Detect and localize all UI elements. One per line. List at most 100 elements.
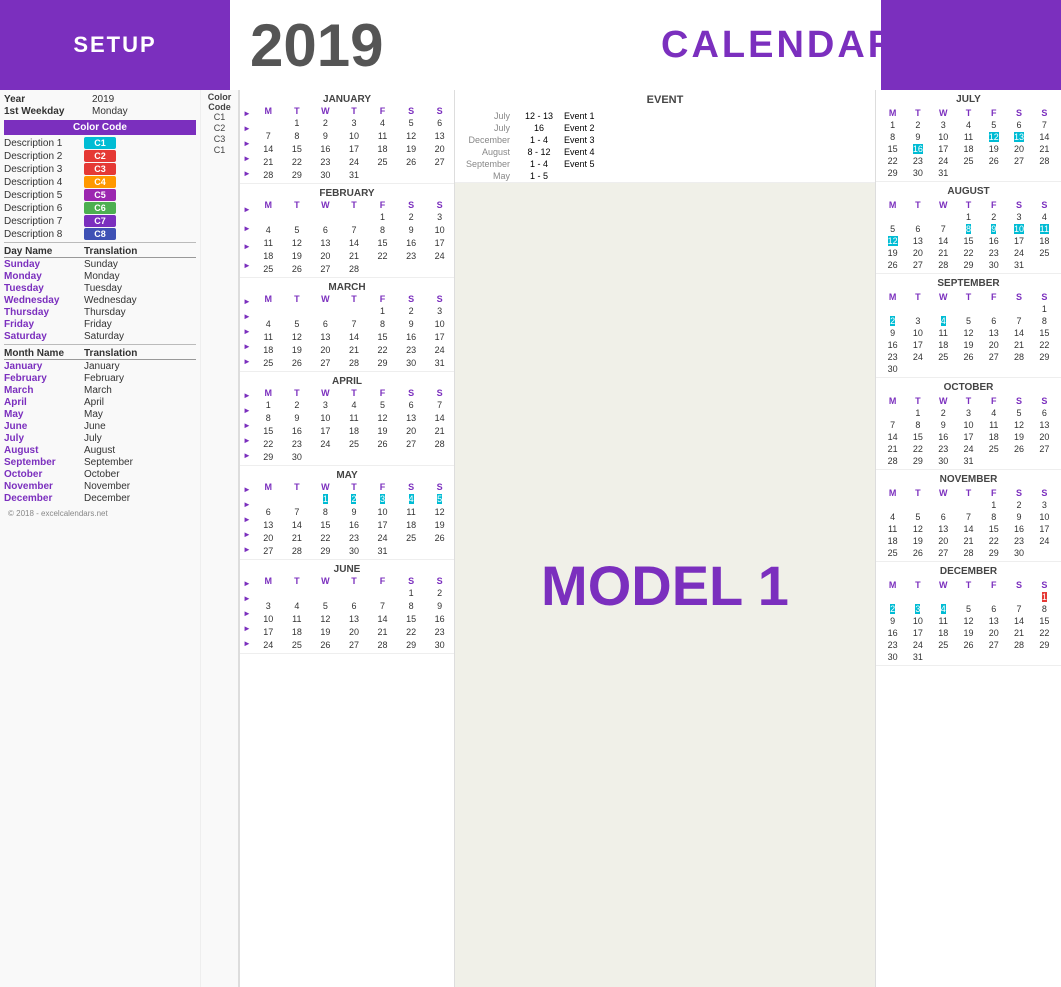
evt-name-5: Event 5: [564, 159, 871, 169]
footer-text: © 2018 - excelcalendars.net: [4, 508, 196, 519]
cc-desc-6: Description 6: [4, 203, 84, 214]
cc-col-c2: C2: [203, 123, 236, 133]
december-block: DECEMBER MTWTFSS 1 2345678 9101112131415…: [876, 562, 1061, 666]
evt-dates-6: 1 - 5: [514, 171, 564, 181]
header: SETUP 2019 CALENDAR: [0, 0, 1061, 90]
cc-row-3: Description 3 C3: [4, 163, 196, 175]
year-key: Year: [4, 94, 92, 105]
feb-arrow-1: ►: [243, 205, 251, 214]
header-setup: SETUP: [0, 0, 230, 90]
feb-arrow-4: ►: [243, 261, 251, 270]
event-row-5: September 1 - 4 Event 5: [455, 158, 875, 170]
model-area: MODEL 1: [455, 183, 875, 987]
evt-dates-3: 1 - 4: [514, 135, 564, 145]
month-apr: AprilApril: [4, 397, 196, 408]
jan-arrow-2: ►: [243, 124, 251, 133]
cc-desc-4: Description 4: [4, 177, 84, 188]
august-block: AUGUST MTWTFSS 1234 567891011 1213141516…: [876, 182, 1061, 274]
weekday-key: 1st Weekday: [4, 106, 92, 117]
cc-row-5: Description 5 C5: [4, 189, 196, 201]
year-val: 2019: [92, 94, 114, 105]
model-label: MODEL 1: [541, 553, 789, 618]
month-name-col: Month Name: [4, 348, 84, 359]
cc-row-6: Description 6 C6: [4, 202, 196, 214]
cc-desc-1: Description 1: [4, 138, 84, 149]
january-table: MTWTFSS 123456 78910111213 1415161718192…: [254, 106, 454, 181]
february-table: MTWTFSS 123 45678910 11121314151617 1819…: [254, 200, 454, 275]
mar-arrows: ► ► ► ► ►: [240, 294, 254, 369]
sep-2: [4, 344, 196, 345]
evt-name-4: Event 4: [564, 147, 871, 157]
may-arrow-4: ►: [243, 530, 251, 539]
day-saturday: SaturdaySaturday: [4, 331, 196, 342]
jan-arrow-4: ►: [243, 154, 251, 163]
apr-arrow-4: ►: [243, 436, 251, 445]
cc-col-c3: C3: [203, 134, 236, 144]
month-sep: SeptemberSeptember: [4, 457, 196, 468]
may-arrow-5: ►: [243, 545, 251, 554]
apr-arrow-2: ►: [243, 406, 251, 415]
november-block: NOVEMBER MTWTFSS 123 45678910 1112131415…: [876, 470, 1061, 562]
evt-month-6: May: [459, 171, 514, 181]
jun-arrow-4: ►: [243, 624, 251, 633]
january-body: ► ► ► ► ► MTWTFSS 123456 78910111213 141…: [240, 106, 454, 181]
jan-arrow-1: ►: [243, 109, 251, 118]
month-mar: MarchMarch: [4, 385, 196, 396]
cc-row-2: Description 2 C2: [4, 150, 196, 162]
translation-col-label: Translation: [84, 246, 137, 257]
cc-row-7: Description 7 C7: [4, 215, 196, 227]
evt-month-4: August: [459, 147, 514, 157]
mid-panel: JANUARY ► ► ► ► ► MTWTFSS 123456 7891011…: [240, 90, 455, 987]
jun-arrows: ► ► ► ► ►: [240, 576, 254, 651]
november-title: NOVEMBER: [880, 472, 1057, 487]
december-title: DECEMBER: [880, 564, 1057, 579]
june-title: JUNE: [240, 562, 454, 576]
evt-dates-1: 12 - 13: [514, 111, 564, 121]
header-calendar-area: CALENDAR: [661, 0, 881, 90]
month-aug: AugustAugust: [4, 445, 196, 456]
cc-row-1: Description 1 C1: [4, 137, 196, 149]
month-trans-col: Translation: [84, 348, 137, 359]
may-arrow-3: ►: [243, 515, 251, 524]
october-title: OCTOBER: [880, 380, 1057, 395]
march-body: ► ► ► ► ► MTWTFSS 123 45678910 111213141…: [240, 294, 454, 369]
color-code-header: Color Code: [4, 120, 196, 135]
january-block: JANUARY ► ► ► ► ► MTWTFSS 123456 7891011…: [240, 90, 454, 184]
april-title: APRIL: [240, 374, 454, 388]
mar-arrow-1: ►: [243, 297, 251, 306]
mar-arrow-2: ►: [243, 312, 251, 321]
cc-desc-3: Description 3: [4, 164, 84, 175]
month-jan: JanuaryJanuary: [4, 361, 196, 372]
cc-chip-7: C7: [84, 215, 116, 227]
june-table: MTWTFSS 12 3456789 10111213141516 171819…: [254, 576, 454, 651]
may-title: MAY: [240, 468, 454, 482]
feb-arrows: ► ► ► ►: [240, 200, 254, 275]
may-arrow-2: ►: [243, 500, 251, 509]
day-wednesday: WednesdayWednesday: [4, 295, 196, 306]
evt-name-3: Event 3: [564, 135, 871, 145]
year-row: Year 2019: [4, 94, 196, 105]
evt-month-5: September: [459, 159, 514, 169]
month-dec: DecemberDecember: [4, 493, 196, 504]
sidebar-main: Year 2019 1st Weekday Monday Color Code …: [0, 90, 200, 987]
jun-arrow-2: ►: [243, 594, 251, 603]
february-block: FEBRUARY ► ► ► ► MTWTFSS 123 45678910 11…: [240, 184, 454, 278]
october-block: OCTOBER MTWTFSS 123456 78910111213 14151…: [876, 378, 1061, 470]
sep-1: [4, 242, 196, 243]
day-sunday: SundaySunday: [4, 259, 196, 270]
jan-arrows: ► ► ► ► ►: [240, 106, 254, 181]
month-may: MayMay: [4, 409, 196, 420]
april-body: ► ► ► ► ► MTWTFSS 1234567 891011121314 1…: [240, 388, 454, 463]
month-jul: JulyJuly: [4, 433, 196, 444]
february-body: ► ► ► ► MTWTFSS 123 45678910 11121314151…: [240, 200, 454, 275]
header-right-purple: [881, 0, 1061, 90]
event-section: EVENT July 12 - 13 Event 1 July 16 Event…: [455, 90, 875, 183]
weekday-val: Monday: [92, 106, 128, 117]
feb-arrow-3: ►: [243, 242, 251, 251]
setup-label: SETUP: [73, 32, 156, 58]
cc-row-8: Description 8 C8: [4, 228, 196, 240]
day-thursday: ThursdayThursday: [4, 307, 196, 318]
cc-row-4: Description 4 C4: [4, 176, 196, 188]
month-jun: JuneJune: [4, 421, 196, 432]
event-row-1: July 12 - 13 Event 1: [455, 110, 875, 122]
